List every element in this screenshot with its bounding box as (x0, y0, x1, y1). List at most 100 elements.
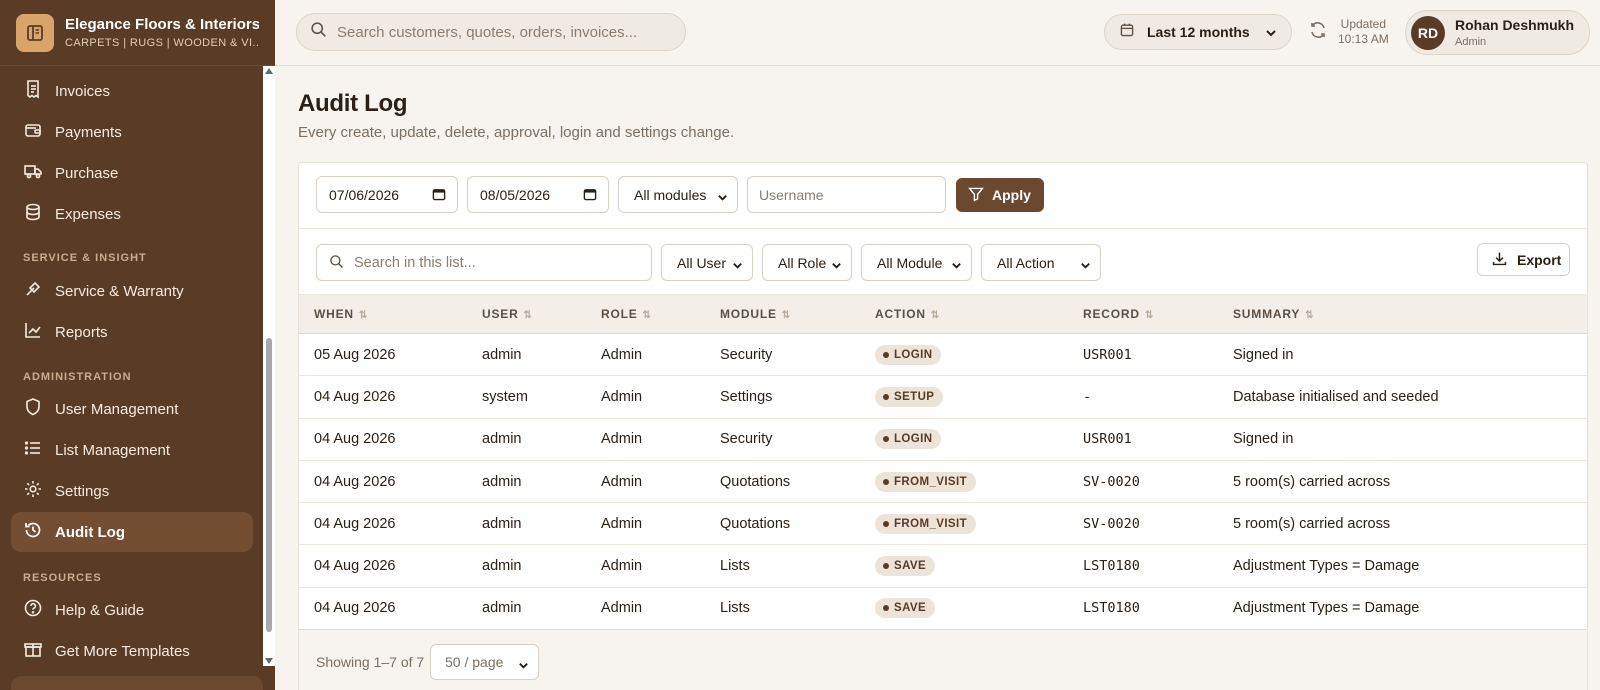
sort-icon: ⇅ (358, 310, 368, 321)
filter-bar: 07/06/2026 08/05/2026 All modules Userna… (299, 163, 1587, 229)
table-row[interactable]: 04 Aug 2026 admin Admin Security LOGIN U… (299, 418, 1587, 461)
status-dot-icon (883, 478, 889, 485)
sidebar-item-reports[interactable]: Reports (11, 312, 253, 352)
column-header-user[interactable]: USER ⇅ (467, 295, 586, 334)
sidebar-item-label: Payments (55, 123, 122, 141)
calendar-icon[interactable] (432, 187, 446, 204)
module-filter-select[interactable]: All Module (861, 244, 972, 281)
role-filter-select[interactable]: All Role (762, 244, 852, 281)
date-to-value: 08/05/2026 (480, 186, 551, 203)
date-from-input[interactable]: 07/06/2026 (316, 176, 458, 213)
brand-logo-icon (16, 13, 54, 52)
scroll-up-arrow-icon[interactable] (265, 68, 273, 74)
page-size-select[interactable]: 50 / page (430, 644, 539, 680)
column-header-summary[interactable]: SUMMARY ⇅ (1218, 295, 1587, 334)
shield-icon (23, 397, 43, 421)
sidebar-item-settings[interactable]: Settings (11, 471, 253, 511)
sort-icon: ⇅ (523, 310, 532, 321)
table-row[interactable]: 04 Aug 2026 admin Admin Lists SAVE LST01… (299, 545, 1587, 588)
cell-when: 04 Aug 2026 (314, 431, 396, 448)
sort-icon: ⇅ (1144, 310, 1154, 321)
wallet-icon (23, 120, 43, 144)
sidebar-item-invoices[interactable]: Invoices (11, 71, 253, 111)
global-search[interactable] (296, 13, 686, 51)
sidebar-item-payments[interactable]: Payments (11, 112, 253, 152)
sidebar-item-help-guide[interactable]: Help & Guide (11, 590, 253, 630)
table-row[interactable]: 04 Aug 2026 admin Admin Quotations FROM_… (299, 503, 1587, 545)
pagination-summary: Showing 1–7 of 7 (316, 654, 425, 670)
global-search-input[interactable] (337, 23, 657, 41)
wrench-icon (23, 279, 43, 303)
calendar-icon[interactable] (583, 187, 597, 204)
date-from-value: 07/06/2026 (329, 186, 400, 203)
cell-action: FROM_VISIT (860, 503, 1068, 545)
user-menu[interactable]: RD Rohan Deshmukh Admin (1405, 10, 1590, 55)
cell-record: USR001 (1083, 431, 1132, 448)
export-button[interactable]: Export (1477, 243, 1570, 276)
last-updated: Updated 10:13 AM (1338, 17, 1389, 47)
cell-record: USR001 (1083, 346, 1132, 363)
sidebar-item-purchase[interactable]: Purchase (11, 153, 253, 193)
module-select-value: All modules (634, 186, 707, 203)
sidebar-item-list-management[interactable]: List Management (11, 430, 253, 470)
status-dot-icon (883, 351, 889, 358)
sidebar-item-service-warranty[interactable]: Service & Warranty (11, 271, 253, 311)
sidebar-item-label: Help & Guide (55, 601, 145, 619)
status-dot-icon (883, 520, 889, 527)
sidebar-item-expenses[interactable]: Expenses (11, 194, 253, 234)
column-header-role[interactable]: ROLE ⇅ (586, 295, 705, 334)
refresh-button[interactable] (1308, 20, 1328, 45)
column-header-when[interactable]: WHEN ⇅ (299, 295, 467, 334)
cell-action: LOGIN (860, 334, 1068, 376)
sidebar-nav: Invoices Payments Purchase Expenses SERV… (0, 66, 262, 666)
table-row[interactable]: 04 Aug 2026 system Admin Settings SETUP … (299, 376, 1587, 419)
module-select[interactable]: All modules (618, 176, 738, 213)
status-dot-icon (883, 436, 889, 443)
calendar-icon (1119, 22, 1135, 43)
column-header-action[interactable]: ACTION ⇅ (860, 295, 1068, 334)
help-circle-icon (23, 598, 43, 622)
cell-user: admin (482, 473, 522, 490)
search-icon (310, 21, 327, 43)
cell-when: 04 Aug 2026 (314, 515, 396, 532)
cell-role: Admin (601, 473, 643, 490)
action-filter-select[interactable]: All Action (981, 244, 1101, 281)
user-filter-select[interactable]: All User (661, 244, 753, 281)
cell-role: Admin (601, 388, 643, 405)
cell-summary: Adjustment Types = Damage (1233, 558, 1420, 575)
scroll-down-arrow-icon[interactable] (265, 658, 273, 664)
cell-module: Quotations (720, 515, 791, 532)
table-row[interactable]: 04 Aug 2026 admin Admin Quotations FROM_… (299, 460, 1587, 503)
history-icon (23, 520, 43, 544)
table-row[interactable]: 04 Aug 2026 admin Admin Lists SAVE LST01… (299, 587, 1587, 630)
cell-module: Quotations (720, 473, 791, 490)
sidebar-item-user-management[interactable]: User Management (11, 389, 253, 429)
cell-user: admin (482, 558, 522, 575)
cell-user: admin (482, 431, 522, 448)
sidebar-item-audit-log[interactable]: Audit Log (11, 512, 253, 552)
chevron-down-icon (1265, 26, 1277, 44)
cell-user: admin (482, 600, 522, 617)
list-search[interactable]: Search in this list... (316, 244, 652, 281)
cell-user: system (482, 388, 528, 405)
column-header-record[interactable]: RECORD ⇅ (1068, 295, 1218, 334)
column-header-module[interactable]: MODULE ⇅ (705, 295, 860, 334)
sidebar-scrollbar[interactable] (263, 66, 275, 666)
sidebar-item-label: Invoices (55, 82, 111, 100)
table-row[interactable]: 05 Aug 2026 admin Admin Security LOGIN U… (299, 334, 1587, 376)
cell-role: Admin (601, 558, 643, 575)
sidebar-item-label: Expenses (55, 205, 121, 223)
topbar: Last 12 months Updated 10:13 AM RD Rohan… (275, 0, 1600, 66)
brand-name: Elegance Floors & Interiors (65, 16, 259, 33)
sidebar-item-label: Purchase (55, 164, 119, 182)
period-selector[interactable]: Last 12 months (1104, 14, 1292, 50)
sidebar-footer-card[interactable] (11, 676, 263, 690)
date-to-input[interactable]: 08/05/2026 (467, 176, 609, 213)
scrollbar-thumb[interactable] (266, 338, 272, 632)
brand[interactable]: Elegance Floors & Interiors CARPETS | RU… (0, 0, 275, 66)
apply-button[interactable]: Apply (956, 178, 1044, 212)
username-input[interactable]: Username (747, 176, 946, 213)
cell-when: 04 Aug 2026 (314, 388, 396, 405)
sidebar-item-get-more-templates[interactable]: Get More Templates (11, 631, 253, 666)
sidebar-item-label: List Management (55, 441, 171, 459)
